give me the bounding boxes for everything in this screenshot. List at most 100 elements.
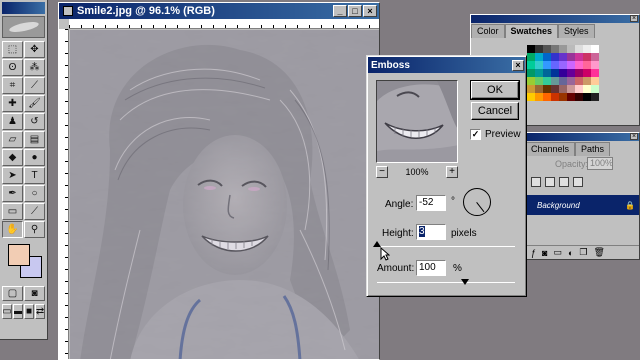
lasso-icon[interactable]: ʘ [2, 59, 23, 76]
color-swatch[interactable] [527, 53, 535, 61]
color-swatch[interactable] [535, 77, 543, 85]
color-swatch[interactable] [559, 93, 567, 101]
color-swatch[interactable] [543, 45, 551, 53]
tab-swatches[interactable]: Swatches [504, 24, 559, 38]
color-swatch[interactable] [527, 77, 535, 85]
color-swatch[interactable] [527, 69, 535, 77]
palette-title-bar[interactable]: × [471, 15, 639, 23]
color-swatch[interactable] [583, 69, 591, 77]
lock-transparency-icon[interactable] [531, 177, 541, 187]
color-swatch[interactable] [543, 69, 551, 77]
color-swatch[interactable] [591, 85, 599, 93]
amount-input[interactable]: 100 [416, 260, 446, 276]
foreground-color-swatch[interactable] [8, 244, 30, 266]
photoshop-logo-icon[interactable] [2, 16, 45, 38]
tab-channels[interactable]: Channels [525, 142, 576, 156]
slice-icon[interactable]: ⟋ [24, 77, 45, 94]
pen-icon[interactable]: ✒ [2, 185, 23, 202]
color-swatch[interactable] [583, 45, 591, 53]
type-icon[interactable]: T [24, 167, 45, 184]
color-swatch[interactable] [591, 61, 599, 69]
color-swatch[interactable] [559, 61, 567, 69]
amount-slider-thumb[interactable] [460, 279, 469, 285]
zoom-icon[interactable]: ⚲ [24, 221, 45, 238]
color-swatch[interactable] [567, 77, 575, 85]
color-swatch[interactable] [535, 45, 543, 53]
ok-button[interactable]: OK [470, 80, 520, 100]
opacity-field[interactable]: 100% [587, 157, 613, 170]
color-swatch[interactable] [559, 45, 567, 53]
color-swatch[interactable] [575, 77, 583, 85]
cancel-button[interactable]: Cancel [471, 102, 519, 120]
color-swatch[interactable] [575, 45, 583, 53]
minimize-button[interactable]: _ [333, 5, 347, 17]
new-set-icon[interactable]: ▭ [553, 247, 562, 258]
color-swatch[interactable] [551, 77, 559, 85]
color-swatch[interactable] [591, 45, 599, 53]
color-swatch[interactable] [527, 93, 535, 101]
tab-paths[interactable]: Paths [575, 142, 611, 156]
color-swatch[interactable] [527, 85, 535, 93]
color-swatch[interactable] [559, 69, 567, 77]
color-swatch[interactable] [583, 85, 591, 93]
eyedropper-icon[interactable]: ⟋ [24, 203, 45, 220]
height-input[interactable]: 3 [416, 224, 446, 240]
gradient-icon[interactable]: ▤ [24, 131, 45, 148]
color-swatch[interactable] [551, 85, 559, 93]
color-swatch[interactable] [583, 77, 591, 85]
crop-icon[interactable]: ⌗ [2, 77, 23, 94]
preview-checkbox[interactable]: ✓ [470, 129, 481, 140]
lock-all-icon[interactable] [573, 177, 583, 187]
blur-icon[interactable]: ◆ [2, 149, 23, 166]
close-button[interactable]: × [363, 5, 377, 17]
zoom-in-button[interactable]: + [446, 166, 458, 178]
color-swatch[interactable] [567, 61, 575, 69]
color-swatch[interactable] [535, 85, 543, 93]
screen-mode-full-icon[interactable]: ▬ [13, 304, 23, 319]
dialog-title-bar[interactable]: Emboss × [368, 57, 525, 73]
layer-row-background[interactable]: Background 🔒 [525, 195, 639, 215]
color-swatch[interactable] [527, 45, 535, 53]
color-swatch[interactable] [575, 61, 583, 69]
color-swatch[interactable] [535, 53, 543, 61]
history-brush-icon[interactable]: ↺ [24, 113, 45, 130]
color-swatch[interactable] [591, 77, 599, 85]
maximize-button[interactable]: □ [348, 5, 362, 17]
angle-input[interactable]: -52 [416, 195, 446, 211]
toolbox-title-bar[interactable] [2, 2, 45, 14]
color-swatch[interactable] [535, 61, 543, 69]
color-swatch[interactable] [543, 85, 551, 93]
shape-icon[interactable]: ○ [24, 185, 45, 202]
notes-icon[interactable]: ▭ [2, 203, 23, 220]
color-swatch[interactable] [551, 61, 559, 69]
color-swatch[interactable] [543, 61, 551, 69]
mask-icon[interactable]: ◙ [542, 248, 547, 258]
color-swatch[interactable] [527, 61, 535, 69]
color-swatch[interactable] [575, 93, 583, 101]
color-swatch[interactable] [559, 77, 567, 85]
angle-dial[interactable] [463, 188, 491, 216]
amount-slider[interactable] [377, 279, 515, 285]
trash-icon[interactable]: 🗑 [593, 247, 604, 258]
screen-mode-fullscreen-icon[interactable]: ■ [24, 304, 34, 319]
color-swatch[interactable] [567, 45, 575, 53]
zoom-out-button[interactable]: − [376, 166, 388, 178]
color-swatch[interactable] [551, 69, 559, 77]
color-swatch[interactable] [583, 61, 591, 69]
standard-mode-icon[interactable]: ▢ [2, 286, 23, 301]
hand-icon[interactable]: ✋ [2, 221, 23, 238]
color-swatch[interactable] [551, 45, 559, 53]
tab-color[interactable]: Color [471, 24, 505, 38]
color-swatch[interactable] [575, 69, 583, 77]
clone-stamp-icon[interactable]: ♟ [2, 113, 23, 130]
magic-wand-icon[interactable]: ⁂ [24, 59, 45, 76]
color-swatch[interactable] [535, 93, 543, 101]
color-swatch[interactable] [583, 93, 591, 101]
dialog-close-button[interactable]: × [512, 59, 524, 71]
color-swatch[interactable] [559, 85, 567, 93]
palette-title-bar[interactable]: × [525, 133, 639, 141]
color-swatch[interactable] [543, 77, 551, 85]
color-swatch[interactable] [551, 53, 559, 61]
color-swatch[interactable] [535, 69, 543, 77]
quickmask-mode-icon[interactable]: ◙ [24, 286, 45, 301]
